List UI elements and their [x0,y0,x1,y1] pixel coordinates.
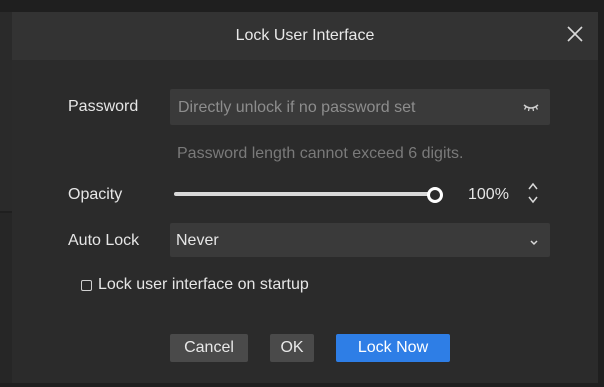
eye-closed-icon[interactable] [522,101,540,113]
lock-on-startup-label[interactable]: Lock user interface on startup [98,276,309,294]
auto-lock-select[interactable]: Never [170,223,550,257]
opacity-value[interactable]: 100% [468,186,509,204]
close-icon[interactable] [564,23,586,45]
chevron-down-icon[interactable] [528,235,540,246]
dialog-title: Lock User Interface [235,27,375,44]
password-field[interactable]: Directly unlock if no password set [170,89,550,125]
background-window [0,213,12,383]
lock-now-button[interactable]: Lock Now [336,334,450,362]
lock-on-startup-checkbox[interactable] [81,280,92,291]
password-placeholder: Directly unlock if no password set [178,99,416,116]
password-hint: Password length cannot exceed 6 digits. [177,145,464,162]
ok-button[interactable]: OK [270,334,314,362]
dialog-titlebar: Lock User Interface [12,12,598,60]
opacity-slider-track[interactable] [174,192,436,196]
opacity-slider-thumb[interactable] [427,187,443,203]
auto-lock-label: Auto Lock [68,232,140,249]
chevron-up-down-icon[interactable] [526,178,540,208]
lock-ui-dialog: Lock User Interface Password Directly un… [12,12,598,383]
opacity-label: Opacity [68,186,123,203]
cancel-button[interactable]: Cancel [170,334,248,362]
auto-lock-value: Never [176,232,219,249]
background-window [0,12,12,211]
password-label: Password [68,98,139,115]
